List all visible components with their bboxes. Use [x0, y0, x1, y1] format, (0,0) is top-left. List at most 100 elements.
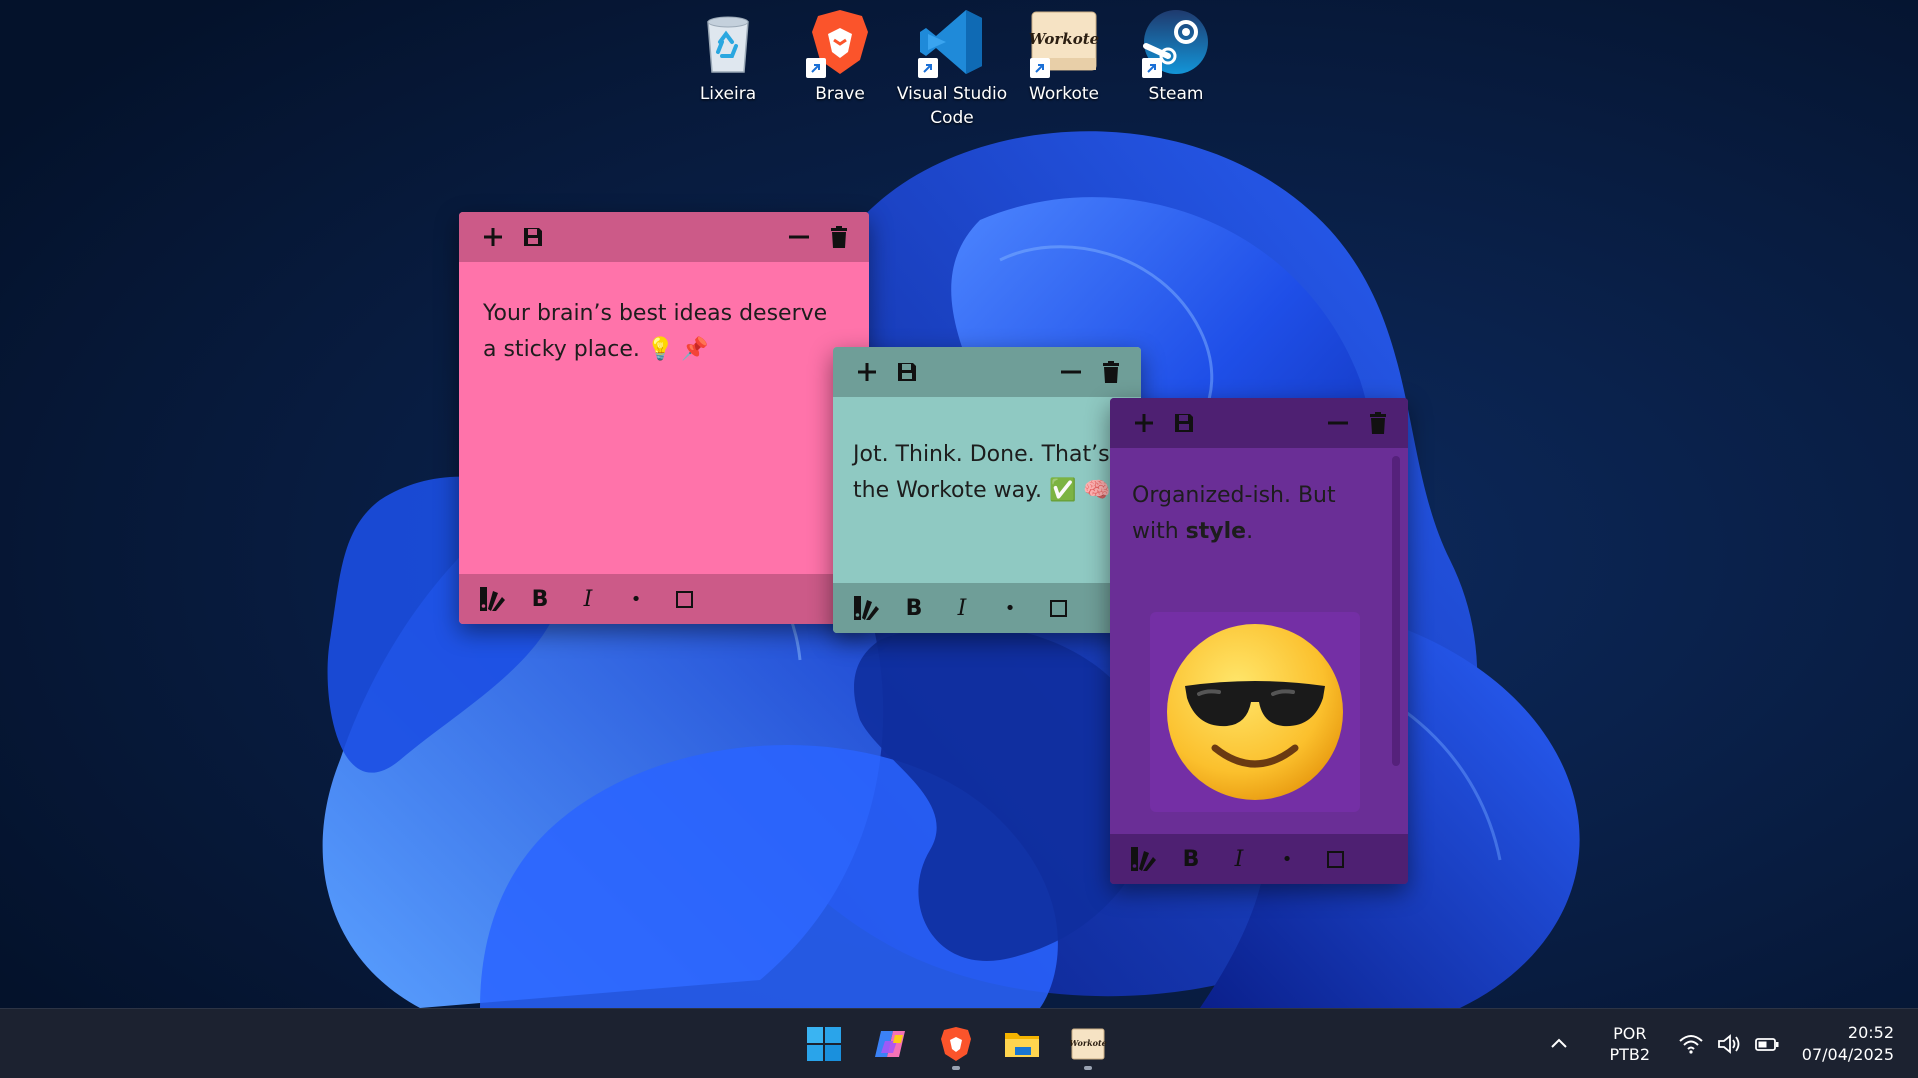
sticky-note-purple[interactable]: Organized-ish. But with style. B I •	[1110, 398, 1408, 884]
delete-note-button[interactable]	[1358, 403, 1398, 443]
bullet-list-button[interactable]: •	[617, 580, 655, 618]
desktop-icon-workote[interactable]: Workote Workote	[1008, 6, 1120, 106]
vscode-icon	[916, 6, 988, 78]
taskbar-apps: Workote	[800, 1009, 1112, 1078]
taskbar-brave[interactable]	[932, 1016, 980, 1072]
recycle-bin-icon	[692, 6, 764, 78]
quick-settings-button[interactable]	[1678, 1031, 1780, 1057]
minimize-note-button[interactable]	[779, 217, 819, 257]
plus-icon	[1135, 414, 1153, 432]
save-note-button[interactable]	[1164, 403, 1204, 443]
brave-icon	[941, 1027, 971, 1061]
desktop-icon-label: Lixeira	[699, 84, 757, 104]
start-button[interactable]	[800, 1016, 848, 1072]
desktop-icon-label: Steam	[1148, 84, 1204, 104]
clock-button[interactable]: 20:52 07/04/2025	[1802, 1022, 1894, 1066]
trash-icon	[1370, 412, 1386, 434]
battery-icon	[1754, 1038, 1779, 1051]
workote-icon: Workote	[1028, 6, 1100, 78]
delete-note-button[interactable]	[819, 217, 859, 257]
bold-button[interactable]: B	[521, 580, 559, 618]
bold-button[interactable]: B	[1172, 840, 1210, 878]
note-body[interactable]: Organized-ish. But with style.	[1110, 448, 1408, 834]
taskbar-workote[interactable]: Workote	[1064, 1016, 1112, 1072]
save-note-button[interactable]	[513, 217, 553, 257]
sticky-note-pink[interactable]: Your brain’s best ideas deserve a sticky…	[459, 212, 869, 624]
note-text[interactable]: Jot. Think. Done. That’s the Workote way…	[853, 437, 1121, 509]
clock-time: 20:52	[1847, 1023, 1894, 1042]
wifi-icon	[1679, 1035, 1703, 1054]
running-indicator	[1084, 1066, 1092, 1070]
plus-icon	[484, 228, 502, 246]
taskbar-copilot[interactable]	[866, 1016, 914, 1072]
new-note-button[interactable]	[847, 352, 887, 392]
windows-start-icon	[807, 1027, 841, 1061]
note-header[interactable]	[1110, 398, 1408, 448]
trash-icon	[831, 226, 847, 248]
checkbox-button[interactable]	[1316, 840, 1354, 878]
note-header[interactable]	[459, 212, 869, 262]
plus-icon	[858, 363, 876, 381]
trash-icon	[1103, 361, 1119, 383]
input-language-button[interactable]: POR PTB2	[1598, 1023, 1662, 1065]
clock-date: 07/04/2025	[1801, 1045, 1894, 1064]
note-scrollbar[interactable]	[1392, 456, 1400, 766]
bold-text: style	[1185, 519, 1247, 544]
color-palette-button[interactable]	[473, 580, 511, 618]
shortcut-arrow-icon	[1142, 58, 1162, 78]
sticky-note-teal[interactable]: Jot. Think. Done. That’s the Workote way…	[833, 347, 1141, 633]
minimize-note-button[interactable]	[1318, 403, 1358, 443]
svg-text:Workote: Workote	[1029, 30, 1099, 48]
note-image[interactable]	[1150, 612, 1360, 812]
file-explorer-icon	[1005, 1033, 1039, 1057]
system-tray: POR PTB2 20:52 07/04/2025	[1548, 1009, 1918, 1078]
italic-button[interactable]: I	[569, 580, 607, 618]
bold-button[interactable]: B	[895, 589, 933, 627]
shortcut-arrow-icon	[806, 58, 826, 78]
desktop-icon-vscode[interactable]: Visual Studio Code	[896, 6, 1008, 130]
show-hidden-icons-button[interactable]	[1548, 1033, 1570, 1055]
taskbar: Workote POR PTB2 20:52 07/04/2025	[0, 1008, 1918, 1078]
bullet-list-button[interactable]: •	[991, 589, 1029, 627]
italic-button[interactable]: I	[943, 589, 981, 627]
desktop-icon-label: Workote	[1029, 84, 1099, 104]
note-header[interactable]	[833, 347, 1141, 397]
save-note-button[interactable]	[887, 352, 927, 392]
desktop-icon-brave[interactable]: Brave	[784, 6, 896, 106]
italic-button[interactable]: I	[1220, 840, 1258, 878]
checkbox-button[interactable]	[1039, 589, 1077, 627]
checkbox-icon	[1326, 850, 1344, 868]
floppy-disk-icon	[898, 363, 916, 381]
note-format-toolbar: B I •	[833, 583, 1141, 633]
color-swatch-icon	[1131, 847, 1156, 871]
floppy-disk-icon	[1175, 414, 1193, 432]
checkbox-button[interactable]	[665, 580, 703, 618]
color-palette-button[interactable]	[1124, 840, 1162, 878]
minimize-note-button[interactable]	[1051, 352, 1091, 392]
new-note-button[interactable]	[473, 217, 513, 257]
note-text[interactable]: Organized-ish. But with style.	[1132, 478, 1388, 550]
volume-icon	[1717, 1034, 1740, 1054]
minus-icon	[1328, 421, 1348, 425]
floppy-disk-icon	[524, 228, 542, 246]
note-text[interactable]: Your brain’s best ideas deserve a sticky…	[483, 296, 845, 368]
sunglasses-emoji-icon	[1167, 624, 1343, 800]
taskbar-file-explorer[interactable]	[998, 1016, 1046, 1072]
steam-icon	[1140, 6, 1212, 78]
note-body[interactable]: Jot. Think. Done. That’s the Workote way…	[833, 397, 1141, 583]
delete-note-button[interactable]	[1091, 352, 1131, 392]
new-note-button[interactable]	[1124, 403, 1164, 443]
shortcut-arrow-icon	[1030, 58, 1050, 78]
desktop-icon-steam[interactable]: Steam	[1120, 6, 1232, 106]
checkbox-icon	[1049, 599, 1067, 617]
color-palette-button[interactable]	[847, 589, 885, 627]
desktop-icon-recycle-bin[interactable]: Lixeira	[672, 6, 784, 106]
note-body[interactable]: Your brain’s best ideas deserve a sticky…	[459, 262, 869, 574]
bullet-list-button[interactable]: •	[1268, 840, 1306, 878]
running-indicator	[952, 1066, 960, 1070]
minus-icon	[789, 235, 809, 239]
color-swatch-icon	[480, 587, 505, 611]
keyboard-layout: PTB2	[1609, 1045, 1651, 1064]
desktop-icon-label: Visual Studio Code	[896, 84, 1008, 128]
brave-icon	[804, 6, 876, 78]
